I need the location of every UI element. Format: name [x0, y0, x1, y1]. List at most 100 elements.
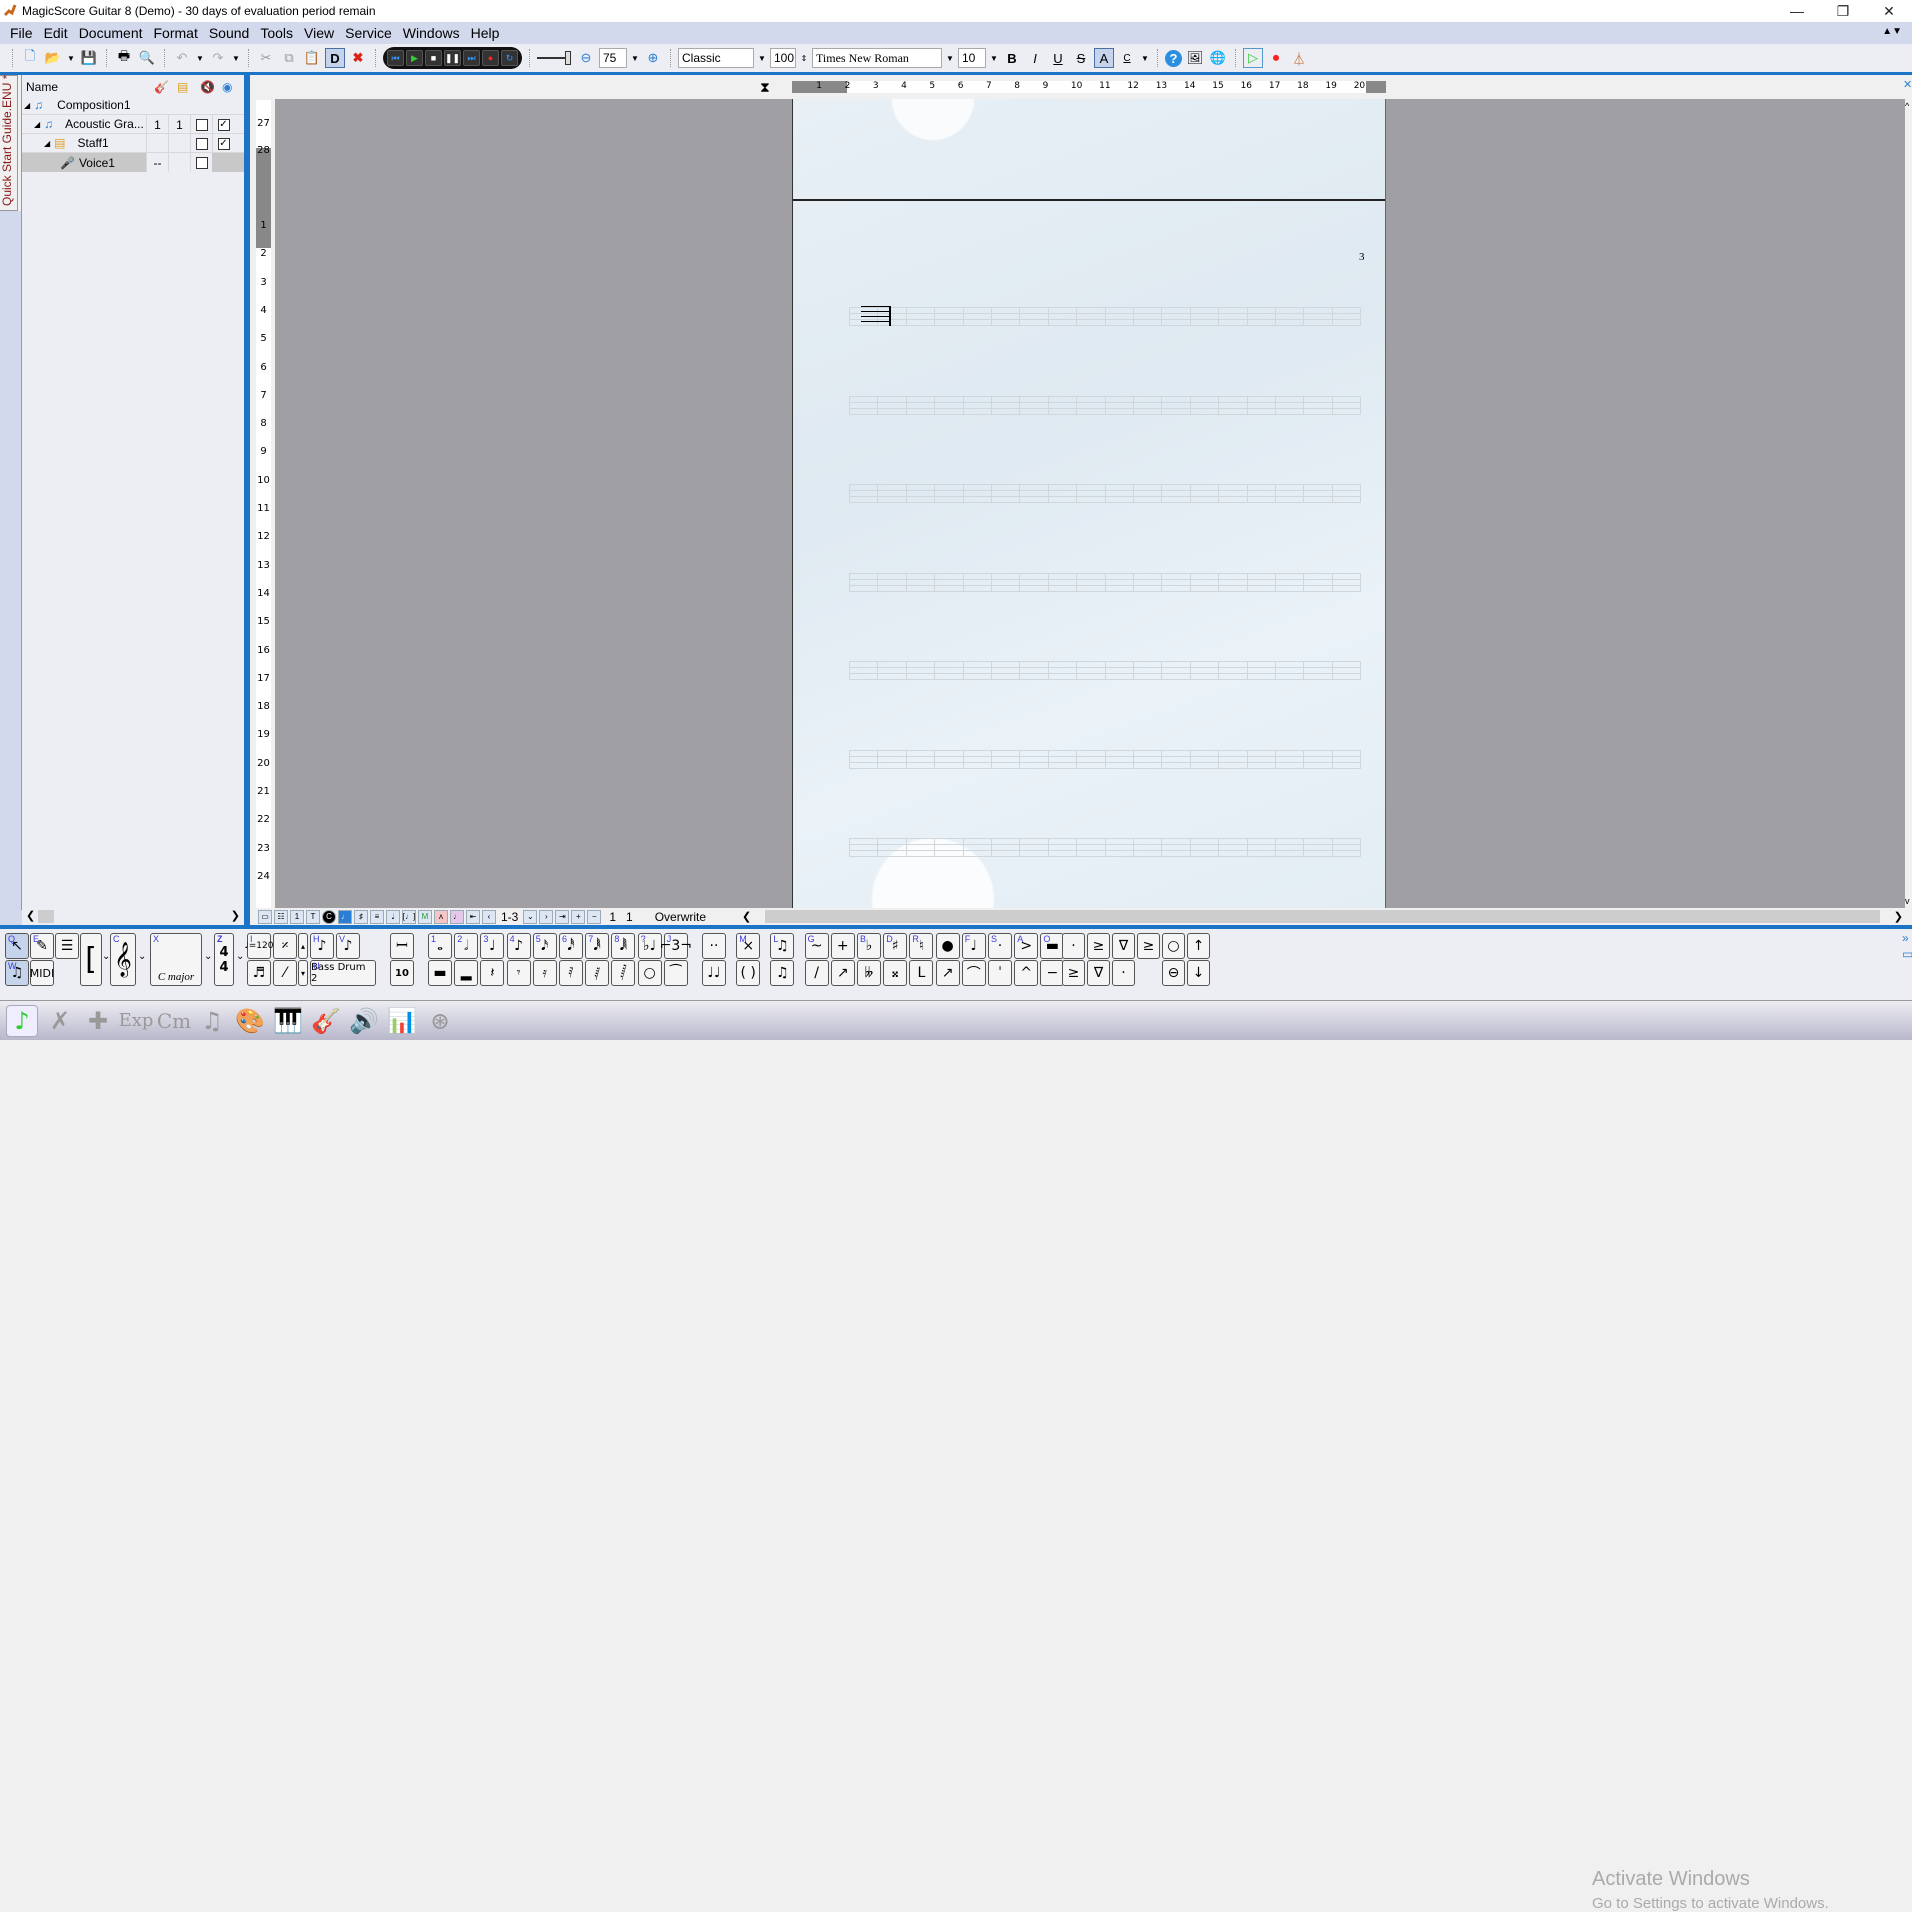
menu-document[interactable]: Document — [75, 25, 150, 41]
staccato-dot-button[interactable]: S · — [988, 933, 1012, 959]
channel-cell[interactable]: 1 — [146, 115, 168, 134]
tree-row-composition[interactable]: ◢ ♫ Composition1 — [22, 96, 247, 115]
bracket-button[interactable]: [ — [80, 933, 102, 986]
chord-tab-icon[interactable]: Cm — [157, 1005, 191, 1037]
panel-splitter[interactable] — [244, 75, 250, 925]
close-button[interactable]: ✕ — [1866, 0, 1912, 22]
tuplet-alt-button[interactable]: ⁀ — [663, 960, 688, 986]
flat-alt-button[interactable]: 𝄫 — [857, 960, 881, 986]
play-icon[interactable]: ▶ — [406, 50, 423, 66]
scroll-thumb[interactable] — [765, 910, 1880, 923]
close-pane-icon[interactable]: ✕ — [1903, 78, 1912, 91]
lines-tool-button[interactable]: ☰ — [55, 933, 79, 959]
articulation-button[interactable]: ∇ — [1112, 933, 1135, 959]
toolbar-grip[interactable] — [12, 49, 13, 67]
tuplet-button[interactable]: ♬ — [247, 960, 271, 986]
delete-icon[interactable]: ✖ — [348, 48, 368, 68]
quick-start-guide-tab[interactable]: Quick Start Guide.ENU * — [0, 75, 18, 211]
text-color-button[interactable]: C — [1117, 48, 1137, 68]
guitar-tab-icon[interactable]: 🎸 — [310, 1005, 342, 1037]
repeat-measure-button[interactable]: 𝄎 — [273, 933, 297, 959]
whole-button[interactable]: 1 𝅝 — [428, 933, 452, 959]
time-signature-button[interactable]: Z44 — [214, 933, 234, 986]
cross-tools-tab-icon[interactable]: ✗ — [44, 1005, 76, 1037]
record-button-icon[interactable]: ⏺ — [1266, 48, 1286, 68]
articulation-button[interactable]: · — [1062, 933, 1085, 959]
bold-button[interactable]: B — [1002, 48, 1022, 68]
spinner-up-icon[interactable]: ▴ — [298, 933, 308, 959]
strikethrough-button[interactable]: S — [1071, 48, 1091, 68]
guitar-column-icon[interactable]: 🎸 — [154, 80, 169, 94]
mute-column-icon[interactable]: 🔇 — [200, 80, 215, 94]
accent-alt-button[interactable]: ^ — [1014, 960, 1039, 986]
flat-button[interactable]: B ♭ — [857, 933, 881, 959]
whole-alt-button[interactable]: ▬ — [428, 960, 452, 986]
notes-tab-icon[interactable]: ♪ — [6, 1004, 38, 1037]
expression-tab-icon[interactable]: Exp — [119, 1005, 154, 1037]
single-page-icon[interactable]: 1 — [290, 909, 304, 924]
compass-tab-icon[interactable]: ⊛ — [424, 1005, 456, 1037]
redo-icon[interactable]: ↷ — [208, 48, 228, 68]
half-button[interactable]: 2 𝅗𝅥 — [454, 933, 479, 959]
grace-alt-button[interactable]: ○ — [637, 960, 662, 986]
menu-sound[interactable]: Sound — [205, 25, 256, 41]
eighth-alt-button[interactable]: 𝄾 — [506, 960, 531, 986]
tab-staff[interactable] — [849, 661, 1362, 681]
scroll-left-icon[interactable]: ❮ — [742, 910, 751, 923]
menu-file[interactable]: File — [6, 25, 40, 41]
menu-tools[interactable]: Tools — [256, 25, 300, 41]
gliss-button[interactable]: G ~ — [804, 933, 829, 959]
solo-cell[interactable]: ✓ — [212, 134, 234, 153]
tab-staff[interactable] — [849, 395, 1362, 416]
articulation-alt-button[interactable]: · — [1112, 960, 1135, 986]
expand-arrow-icon[interactable]: ◢ — [24, 101, 30, 110]
stop-icon[interactable]: ■ — [425, 50, 442, 66]
size-input[interactable]: 100 — [770, 48, 796, 68]
palette-tab-icon[interactable]: 🎨 — [234, 1005, 266, 1037]
scroll-thumb[interactable] — [38, 910, 54, 923]
tab-staff[interactable] — [849, 749, 1362, 770]
sixteenth-button[interactable]: 5 𝅘𝅥𝅯 — [532, 933, 557, 959]
cut-icon[interactable]: ✂ — [256, 48, 276, 68]
canvas-horizontal-scrollbar[interactable]: ❮ ❯ — [740, 908, 1905, 925]
mute-cell[interactable] — [190, 153, 212, 172]
midi-view-icon[interactable]: M — [418, 909, 432, 924]
style-select[interactable]: Classic — [678, 48, 754, 68]
last-page-icon[interactable]: ⇥ — [555, 909, 570, 924]
plus-button[interactable]: + — [830, 933, 855, 959]
scroll-right-icon[interactable]: ❯ — [231, 909, 240, 922]
staff-column-icon[interactable]: ▤ — [177, 80, 188, 94]
rewind-start-icon[interactable]: ⏮ — [387, 50, 404, 66]
tie-button[interactable]: L ♫ — [770, 933, 795, 959]
underline-button[interactable]: U — [1048, 48, 1068, 68]
tenuto-alt-button[interactable]: − — [1040, 960, 1065, 986]
scroll-down-icon[interactable]: v — [1905, 896, 1910, 906]
multirest-button[interactable]: 𝄩 — [390, 933, 414, 959]
tenuto-button[interactable]: O ▬ — [1040, 933, 1065, 959]
undo-dropdown-icon[interactable]: ▼ — [195, 54, 205, 63]
tab-staff[interactable] — [849, 306, 1362, 327]
text-color-dropdown-icon[interactable]: ▼ — [1140, 54, 1150, 63]
zoom-input[interactable]: 75 — [599, 48, 627, 68]
port-cell[interactable]: 1 — [168, 115, 190, 134]
first-page-icon[interactable]: ⇤ — [466, 909, 480, 924]
measure-number-button[interactable]: 10 — [390, 960, 414, 986]
visible-checkbox[interactable]: ✓ — [217, 118, 230, 131]
menu-format[interactable]: Format — [150, 25, 205, 41]
staccato-dot-alt-button[interactable]: ˈ — [988, 960, 1012, 986]
menu-edit[interactable]: Edit — [40, 25, 75, 41]
64th-button[interactable]: 7 𝅘𝅥𝅱 — [585, 933, 610, 959]
score-page[interactable]: 3 — [792, 99, 1386, 908]
page-dropdown-icon[interactable]: ⌄ — [523, 909, 538, 924]
expand-arrow-icon[interactable]: ◢ — [34, 120, 40, 129]
new-document-icon[interactable]: 🗋 — [20, 48, 40, 68]
copy-icon[interactable]: ⧉ — [279, 48, 299, 68]
scroll-right-icon[interactable]: ❯ — [1894, 910, 1903, 923]
palette-expand-icon[interactable]: » — [1902, 931, 1909, 945]
add-tools-tab-icon[interactable]: ✚ — [82, 1005, 114, 1037]
tree-row-voice[interactable]: 🎤 Voice1 -- — [22, 153, 247, 172]
redo-dropdown-icon[interactable]: ▼ — [231, 54, 241, 63]
font-select[interactable]: Times New Roman — [812, 48, 942, 68]
restore-button[interactable]: ❐ — [1820, 0, 1866, 22]
articulation-alt-button[interactable]: ∇ — [1087, 960, 1110, 986]
